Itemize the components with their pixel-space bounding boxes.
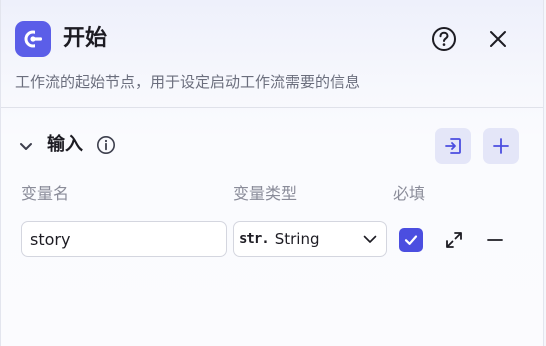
column-header-required: 必填: [393, 184, 426, 203]
panel-header: 开始 工作流的起始节点，用于设定启动工作流需要的信息: [1, 0, 543, 106]
remove-variable-button[interactable]: [484, 229, 506, 251]
node-description: 工作流的起始节点，用于设定启动工作流需要的信息: [15, 73, 361, 91]
chevron-down-icon: [20, 143, 32, 150]
help-button[interactable]: [429, 24, 459, 54]
string-type-icon: str.: [239, 231, 270, 247]
start-node-panel: 开始 工作流的起始节点，用于设定启动工作流需要的信息 输入 变量名 变量类型 必…: [0, 0, 544, 346]
close-icon: [490, 31, 506, 47]
plus-icon: [493, 138, 509, 154]
required-checkbox[interactable]: [399, 228, 423, 252]
chevron-down-icon: [362, 231, 378, 247]
input-section-title: 输入: [47, 134, 83, 155]
question-circle-icon: [432, 27, 456, 51]
variable-type-value: String: [274, 230, 320, 248]
variable-type-select[interactable]: str. String: [233, 221, 387, 257]
page-title: 开始: [63, 26, 108, 51]
close-button[interactable]: [483, 24, 513, 54]
minus-icon: [487, 239, 503, 241]
add-variable-button[interactable]: [483, 128, 519, 164]
start-node-icon: [15, 21, 51, 57]
header-divider: [1, 107, 543, 108]
expand-icon: [446, 232, 462, 248]
info-circle-icon[interactable]: [96, 135, 116, 155]
expand-button[interactable]: [443, 229, 465, 251]
checkmark-icon: [404, 235, 418, 245]
column-header-type: 变量类型: [233, 184, 298, 203]
import-variables-button[interactable]: [435, 128, 471, 164]
column-header-name: 变量名: [21, 184, 70, 203]
import-icon: [445, 138, 461, 154]
variable-name-input[interactable]: [21, 221, 227, 257]
collapse-input-button[interactable]: [17, 137, 35, 155]
